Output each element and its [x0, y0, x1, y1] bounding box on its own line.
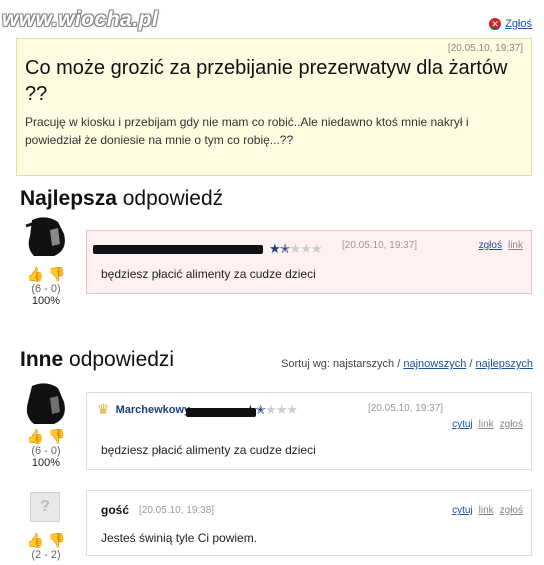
answer-text: będziesz płacić alimenty za cudze dzieci: [101, 267, 316, 281]
author-redacted: [93, 244, 263, 254]
question-title: Co może grozić za przebijanie prezerwaty…: [25, 57, 508, 105]
author-name[interactable]: gość: [101, 503, 129, 517]
avatar[interactable]: ?: [30, 492, 60, 522]
star-icon: ✭: [255, 401, 266, 417]
vote-count: (6 - 0): [31, 445, 61, 457]
answer-links: zgłoś link: [479, 240, 523, 251]
thumb-up-icon[interactable]: 👍: [27, 266, 44, 283]
answer-author-row: ♛ Marchewkowy... ★✭★★★: [97, 401, 298, 418]
guest-question-icon: ?: [40, 498, 50, 515]
vote-count: (2 - 2): [31, 549, 61, 561]
sort-newest[interactable]: najnowszych: [403, 358, 466, 370]
best-heading-bold: Najlepsza: [20, 187, 117, 210]
quote-link[interactable]: cytuj: [452, 505, 473, 516]
rating-stars: ★✭★★★: [269, 241, 323, 257]
question-date: [20.05.10, 19:37]: [447, 43, 523, 54]
question-body: Pracuję w kiosku i przebijam gdy nie mam…: [25, 115, 469, 147]
others-heading-rest: odpowiedzi: [69, 348, 175, 371]
quote-link[interactable]: cytuj: [452, 419, 473, 430]
question-box: [20.05.10, 19:37] Co może grozić za prze…: [16, 38, 532, 176]
answer-date: [20.05.10, 19:38]: [139, 505, 215, 516]
report-question-link[interactable]: ✕ Zgłoś: [489, 18, 532, 30]
answer-date: [20.05.10, 19:37]: [368, 403, 444, 414]
permalink[interactable]: link: [479, 419, 494, 430]
sort-bar: Sortuj wg: najstarszych / najnowszych / …: [281, 358, 533, 370]
site-watermark: www.wiocha.pl: [2, 8, 159, 31]
author-name[interactable]: Marchewkowy...: [116, 404, 256, 417]
answer-links: cytuj link zgłoś: [452, 505, 523, 516]
report-label: Zgłoś: [505, 18, 532, 30]
report-link[interactable]: zgłoś: [479, 240, 502, 251]
answer-text: będziesz płacić alimenty za cudze dzieci: [101, 443, 316, 457]
best-answer-heading: Najlepsza odpowiedź: [20, 187, 223, 211]
answer-text: Jesteś świnią tyle Ci powiem.: [101, 531, 258, 545]
thumb-down-icon[interactable]: 👎: [48, 266, 65, 283]
vote-box: 👍 👎 (2 - 2): [22, 532, 70, 561]
sort-separator: /: [469, 358, 473, 370]
star-icon: ★: [269, 241, 281, 256]
best-heading-rest: odpowiedź: [122, 187, 224, 210]
vote-box: 👍 👎 (6 - 0) 100%: [22, 266, 70, 307]
answer-links: cytuj link zgłoś: [452, 419, 523, 430]
vote-box: 👍 👎 (6 - 0) 100%: [22, 428, 70, 469]
thumb-down-icon[interactable]: 👎: [48, 428, 65, 445]
other-answers-heading: Inne odpowiedzi: [20, 348, 174, 372]
others-heading-bold: Inne: [20, 348, 64, 371]
star-icon: ★★★: [265, 401, 298, 417]
author-redacted: [185, 407, 256, 417]
vote-percent: 100%: [31, 295, 61, 307]
star-icon: ✭: [279, 241, 291, 256]
permalink[interactable]: link: [479, 505, 494, 516]
thumb-down-icon[interactable]: 👎: [48, 532, 65, 549]
answer-date: [20.05.10, 19:37]: [342, 240, 418, 251]
thumb-up-icon[interactable]: 👍: [27, 532, 44, 549]
answer-box: gość [20.05.10, 19:38] cytuj link zgłoś …: [86, 490, 532, 556]
sort-best[interactable]: najlepszych: [476, 358, 533, 370]
report-x-icon: ✕: [489, 18, 502, 30]
report-link[interactable]: zgłoś: [500, 505, 523, 516]
sort-label: Sortuj wg: najstarszych /: [281, 358, 401, 370]
thumb-up-icon[interactable]: 👍: [27, 428, 44, 445]
report-link[interactable]: zgłoś: [500, 419, 523, 430]
vote-percent: 100%: [31, 457, 61, 469]
best-answer-box: ★✭★★★ [20.05.10, 19:37] zgłoś link będzi…: [86, 230, 532, 294]
crown-icon: ♛: [97, 401, 110, 417]
avatar[interactable]: [22, 380, 68, 426]
vote-count: (6 - 0): [31, 283, 61, 295]
avatar[interactable]: [24, 214, 68, 258]
answer-box: ♛ Marchewkowy... ★✭★★★ [20.05.10, 19:37]…: [86, 392, 532, 470]
star-icon: ★★★: [289, 241, 323, 256]
permalink[interactable]: link: [508, 240, 523, 251]
answer-author-row: ★✭★★★: [93, 241, 323, 257]
